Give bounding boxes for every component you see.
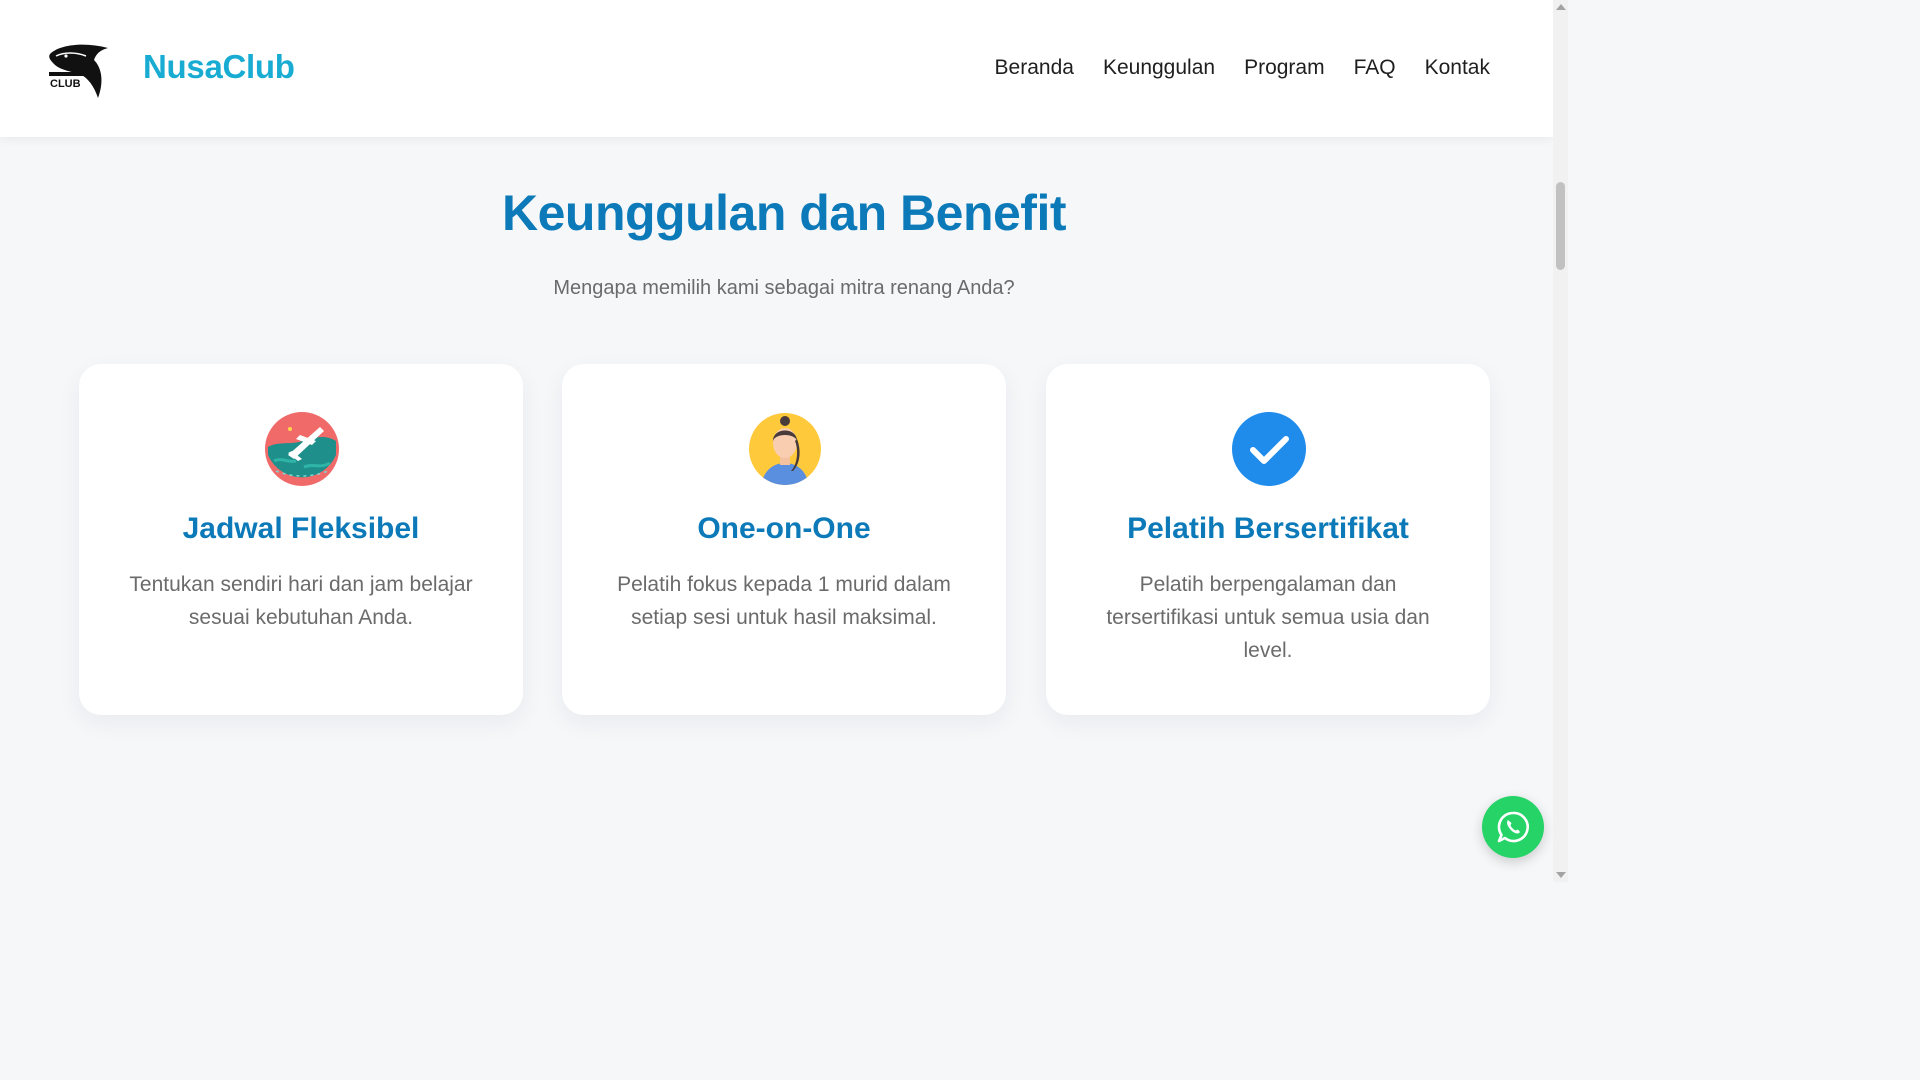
main-nav: Beranda Keunggulan Program FAQ Kontak — [995, 56, 1490, 80]
brand-name[interactable]: NusaClub — [143, 48, 295, 86]
coach-avatar-icon — [747, 411, 823, 487]
whatsapp-button[interactable] — [1482, 796, 1544, 858]
scroll-down-arrow-icon[interactable] — [1556, 872, 1566, 878]
page-scrollbar[interactable] — [1553, 0, 1568, 882]
nav-item-kontak[interactable]: Kontak — [1425, 56, 1490, 80]
benefit-card-jadwal: Jadwal Fleksibel Tentukan sendiri hari d… — [79, 364, 523, 715]
nav-item-faq[interactable]: FAQ — [1354, 56, 1396, 80]
card-title: Pelatih Bersertifikat — [1127, 512, 1409, 545]
card-description: Pelatih berpengalaman dan tersertifikasi… — [1106, 573, 1430, 662]
section-subtitle: Mengapa memilih kami sebagai mitra renan… — [553, 277, 1015, 299]
card-description: Pelatih fokus kepada 1 murid dalam setia… — [617, 573, 951, 629]
benefit-card-one-on-one: One-on-One Pelatih fokus kepada 1 murid … — [562, 364, 1006, 715]
globe-airplane-icon — [264, 411, 340, 487]
nav-item-beranda[interactable]: Beranda — [995, 56, 1074, 80]
dolphin-logo-icon[interactable]: CLUB — [46, 42, 112, 100]
card-title: Jadwal Fleksibel — [182, 512, 420, 545]
nav-item-program[interactable]: Program — [1244, 56, 1325, 80]
whatsapp-icon — [1497, 811, 1529, 843]
check-circle-icon — [1231, 411, 1307, 487]
benefit-card-pelatih: Pelatih Bersertifikat Pelatih berpengala… — [1046, 364, 1490, 715]
nav-item-keunggulan[interactable]: Keunggulan — [1103, 56, 1215, 80]
svg-text:CLUB: CLUB — [50, 78, 81, 90]
section-title: Keunggulan dan Benefit — [502, 185, 1067, 241]
site-header: CLUB NusaClub Beranda Keunggulan Program… — [0, 0, 1553, 137]
card-description: Tentukan sendiri hari dan jam belajar se… — [129, 573, 473, 629]
scroll-up-arrow-icon[interactable] — [1556, 4, 1566, 10]
scrollbar-thumb[interactable] — [1556, 182, 1565, 270]
card-title: One-on-One — [697, 512, 871, 545]
